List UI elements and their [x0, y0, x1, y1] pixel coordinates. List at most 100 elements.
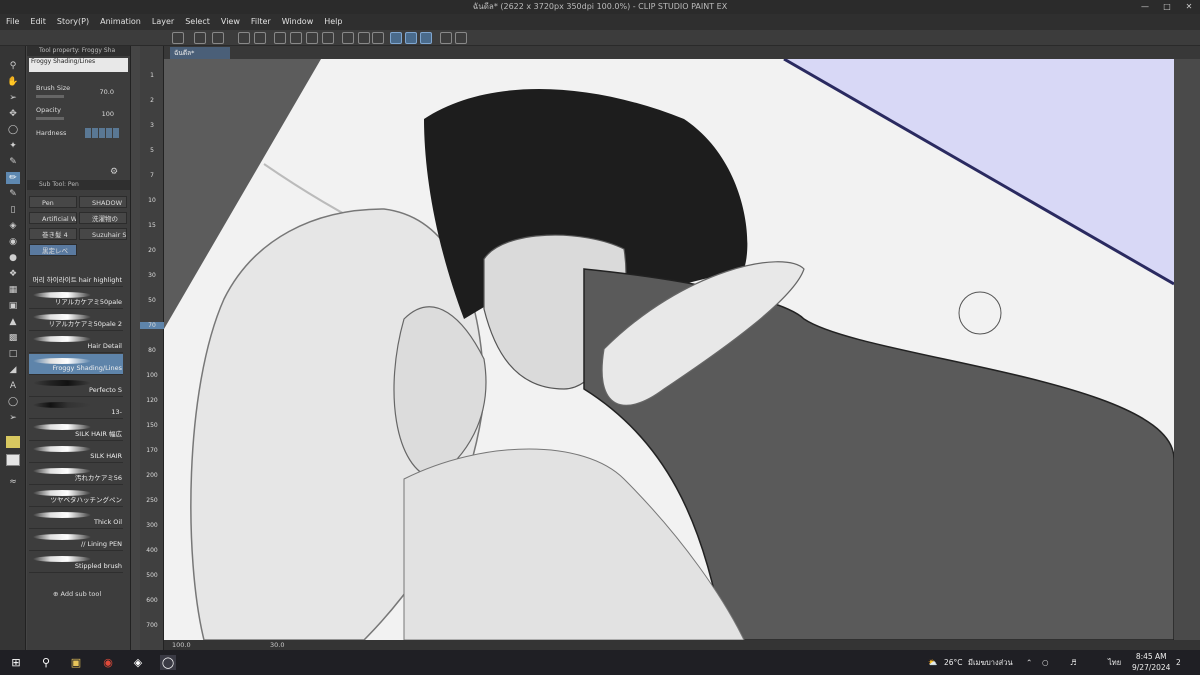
- main-color-icon[interactable]: [6, 436, 20, 448]
- new-file-icon[interactable]: [172, 32, 184, 44]
- size-15[interactable]: 15: [140, 222, 164, 229]
- undo-icon[interactable]: [238, 32, 250, 44]
- brush-item[interactable]: SILK HAIR 幅広: [29, 420, 123, 441]
- menu-help[interactable]: Help: [318, 14, 347, 30]
- brush-item[interactable]: リアルカケアミ50pale 2: [29, 310, 123, 331]
- weather-icon[interactable]: ⛅: [928, 650, 937, 675]
- network-icon[interactable]: ○: [1042, 650, 1049, 675]
- canvas-area[interactable]: [164, 59, 1174, 640]
- open-file-icon[interactable]: [194, 32, 206, 44]
- start-icon[interactable]: ⊞: [8, 655, 24, 670]
- stabilizer-3-icon[interactable]: [420, 32, 432, 44]
- add-sub-tool-button[interactable]: ⊕ Add sub tool: [53, 590, 101, 598]
- wrench-icon[interactable]: ⚙: [107, 166, 121, 178]
- group-pen[interactable]: Pen: [29, 196, 77, 208]
- brush-item-selected[interactable]: Froggy Shading/Lines: [29, 354, 123, 375]
- group-laundry[interactable]: 洗濯物の: [79, 212, 127, 224]
- brush-item[interactable]: 汚れカケアミ56: [29, 464, 123, 485]
- brush-size-slider[interactable]: [36, 95, 64, 98]
- decoration-tool-icon[interactable]: ❖: [6, 268, 20, 280]
- fit-icon[interactable]: [455, 32, 467, 44]
- menu-filter[interactable]: Filter: [245, 14, 276, 30]
- correct-line-icon[interactable]: ➢: [6, 412, 20, 424]
- move-tool-icon[interactable]: ✥: [6, 108, 20, 120]
- menu-edit[interactable]: Edit: [24, 14, 51, 30]
- notification-badge[interactable]: 2: [1176, 650, 1181, 675]
- blend-tool-icon[interactable]: ●: [6, 252, 20, 264]
- minimize-button[interactable]: —: [1134, 0, 1156, 14]
- brush-item[interactable]: ツヤベタハッチングペン: [29, 486, 123, 507]
- pencil-tool-icon[interactable]: ✎: [6, 188, 20, 200]
- crop-icon[interactable]: [372, 32, 384, 44]
- fill-tool-icon[interactable]: ▲: [6, 316, 20, 328]
- search-icon[interactable]: ⚲: [38, 655, 54, 670]
- size-250[interactable]: 250: [140, 497, 164, 504]
- weather-text[interactable]: มีเมฆบางส่วน: [968, 650, 1013, 675]
- brush-item[interactable]: Thick Oil: [29, 508, 123, 529]
- lasso-tool-icon[interactable]: ◯: [6, 124, 20, 136]
- canvas-tab[interactable]: ฉันดีล*: [170, 47, 230, 59]
- group-selected[interactable]: 黒定レベ: [29, 244, 77, 256]
- size-7[interactable]: 7: [140, 172, 164, 179]
- size-150[interactable]: 150: [140, 422, 164, 429]
- opacity-value[interactable]: 100: [102, 110, 114, 118]
- size-120[interactable]: 120: [140, 397, 164, 404]
- brush-item[interactable]: Perfecto S: [29, 376, 123, 397]
- brush-item[interactable]: リアルカケアミ50pale: [29, 288, 123, 309]
- size-20[interactable]: 20: [140, 247, 164, 254]
- menu-file[interactable]: File: [0, 14, 24, 30]
- menu-window[interactable]: Window: [276, 14, 319, 30]
- size-70[interactable]: 70: [140, 322, 164, 329]
- brush-item[interactable]: // Lining PEN: [29, 530, 123, 551]
- text-tool-icon[interactable]: A: [6, 380, 20, 392]
- tray-up-icon[interactable]: ⌃: [1026, 650, 1032, 675]
- magic-wand-icon[interactable]: ✦: [6, 140, 20, 152]
- eyedropper-icon[interactable]: ✎: [6, 156, 20, 168]
- pen-tool-icon[interactable]: ✏: [6, 172, 20, 184]
- clip-paint-icon[interactable]: ◯: [160, 655, 176, 670]
- close-button[interactable]: ✕: [1178, 0, 1200, 14]
- stabilizer-1-icon[interactable]: [390, 32, 402, 44]
- size-5[interactable]: 5: [140, 147, 164, 154]
- chrome-icon[interactable]: ◉: [100, 655, 116, 670]
- pattern-tool-icon[interactable]: ▣: [6, 300, 20, 312]
- size-170[interactable]: 170: [140, 447, 164, 454]
- stabilizer-2-icon[interactable]: [405, 32, 417, 44]
- size-300[interactable]: 300: [140, 522, 164, 529]
- size-700[interactable]: 700: [140, 622, 164, 629]
- artwork-canvas[interactable]: [164, 59, 1174, 640]
- save-icon[interactable]: [212, 32, 224, 44]
- maximize-button[interactable]: □: [1156, 0, 1178, 14]
- size-80[interactable]: 80: [140, 347, 164, 354]
- balloon-tool-icon[interactable]: ◯: [6, 396, 20, 408]
- group-artificial[interactable]: Artificial W: [29, 212, 77, 224]
- ruler-tool-icon[interactable]: ◢: [6, 364, 20, 376]
- figure-tool-icon[interactable]: □: [6, 348, 20, 360]
- size-50[interactable]: 50: [140, 297, 164, 304]
- group-suzuhair[interactable]: Suzuhair S: [79, 228, 127, 240]
- zoom-tool-icon[interactable]: ⚲: [6, 60, 20, 72]
- menu-animation[interactable]: Animation: [94, 14, 146, 30]
- brush-item[interactable]: 머리 하이라이트 hair highlight: [29, 266, 123, 287]
- size-400[interactable]: 400: [140, 547, 164, 554]
- frame-tool-icon[interactable]: ▦: [6, 284, 20, 296]
- invert-selection-icon[interactable]: [358, 32, 370, 44]
- transparent-color-icon[interactable]: ≈: [6, 476, 20, 488]
- selection-icon[interactable]: [342, 32, 354, 44]
- size-30[interactable]: 30: [140, 272, 164, 279]
- weather-temp[interactable]: 26°C: [944, 650, 963, 675]
- airbrush-icon[interactable]: ◉: [6, 236, 20, 248]
- size-3[interactable]: 3: [140, 122, 164, 129]
- size-200[interactable]: 200: [140, 472, 164, 479]
- eraser-tool-icon[interactable]: ▯: [6, 204, 20, 216]
- clock[interactable]: 8:45 AM 9/27/2024: [1132, 650, 1170, 675]
- brush-item[interactable]: Hair Detail: [29, 332, 123, 353]
- transform-icon[interactable]: [290, 32, 302, 44]
- size-10[interactable]: 10: [140, 197, 164, 204]
- clip-studio-icon[interactable]: ◈: [130, 655, 146, 670]
- operation-tool-icon[interactable]: ➢: [6, 92, 20, 104]
- hand-tool-icon[interactable]: ✋: [6, 76, 20, 88]
- deselect-icon[interactable]: [322, 32, 334, 44]
- brush-size-value[interactable]: 70.0: [100, 88, 114, 96]
- redo-icon[interactable]: [254, 32, 266, 44]
